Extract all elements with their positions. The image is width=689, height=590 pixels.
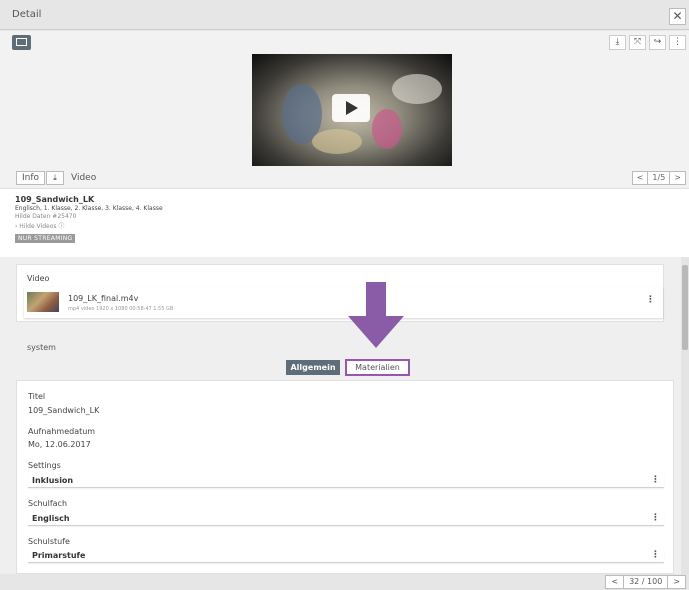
close-button[interactable]: ✕ bbox=[669, 8, 686, 25]
scrollbar-thumb[interactable] bbox=[682, 265, 688, 350]
level-menu-icon[interactable]: ⋮ bbox=[651, 550, 660, 560]
video-thumbnail[interactable] bbox=[252, 54, 452, 166]
date-value: Mo, 12.06.2017 bbox=[28, 440, 91, 449]
tab-materialien[interactable]: Materialien bbox=[345, 359, 410, 376]
pager-prev-button[interactable]: < bbox=[631, 171, 649, 185]
subject-value: Englisch bbox=[32, 514, 70, 523]
video-file-desc: mp4 video 1920 x 1080 00:58:47 1.55 GB bbox=[68, 306, 174, 312]
content-scrollbar[interactable] bbox=[681, 257, 689, 574]
title-value: 109_Sandwich_LK bbox=[28, 406, 100, 415]
date-label: Aufnahmedatum bbox=[28, 427, 96, 436]
result-prev-button[interactable]: < bbox=[605, 575, 625, 589]
image-icon bbox=[16, 38, 27, 46]
video-card: Video 109_LK_final.m4v mp4 video 1920 x … bbox=[16, 264, 664, 322]
item-subjects: Englisch, 1. Klasse, 2. Klasse, 3. Klass… bbox=[15, 205, 163, 212]
video-file-name: 109_LK_final.m4v bbox=[68, 294, 139, 303]
subject-menu-icon[interactable]: ⋮ bbox=[651, 513, 660, 523]
general-form: Titel 109_Sandwich_LK Aufnahmedatum Mo, … bbox=[16, 380, 674, 574]
share-button[interactable]: ↪ bbox=[649, 35, 666, 50]
download-icon: ⤓ bbox=[53, 173, 57, 182]
detail-header: Detail ✕ bbox=[0, 0, 689, 30]
info-button[interactable]: Info bbox=[16, 171, 46, 185]
play-button[interactable] bbox=[332, 94, 370, 122]
preview-area: ⤓ ⤧ ↪ ⋮ bbox=[0, 31, 689, 167]
section-label: Video bbox=[71, 173, 97, 183]
fullscreen-button[interactable]: ⤧ bbox=[629, 35, 646, 50]
image-view-button[interactable] bbox=[12, 35, 31, 50]
more-button[interactable]: ⋮ bbox=[669, 35, 686, 50]
down-arrow-annotation bbox=[348, 282, 404, 348]
fullscreen-icon: ⤧ bbox=[633, 37, 642, 47]
video-item-menu-icon[interactable]: ⋮ bbox=[646, 295, 655, 305]
media-pager: < 1/5 > bbox=[631, 171, 686, 185]
preview-tools: ⤓ ⤧ ↪ ⋮ bbox=[609, 35, 686, 50]
tab-allgemein[interactable]: Allgemein bbox=[286, 360, 340, 375]
subject-field[interactable]: Englisch ⋮ bbox=[28, 512, 664, 526]
result-next-button[interactable]: > bbox=[667, 575, 686, 589]
item-meta: 109_Sandwich_LK Englisch, 1. Klasse, 2. … bbox=[0, 189, 689, 257]
settings-field[interactable]: Inklusion ⋮ bbox=[28, 474, 664, 488]
video-file-thumbnail bbox=[27, 292, 59, 312]
pager-next-button[interactable]: > bbox=[669, 171, 686, 185]
level-value: Primarstufe bbox=[32, 551, 86, 560]
download-icon: ⤓ bbox=[615, 37, 620, 47]
subject-label: Schulfach bbox=[28, 499, 68, 508]
hide-videos-link[interactable]: › Hilde Videos ⓘ bbox=[15, 221, 689, 230]
settings-menu-icon[interactable]: ⋮ bbox=[651, 475, 660, 485]
settings-value: Inklusion bbox=[32, 476, 74, 485]
hide-data-link[interactable]: Hilde Daten #25470 bbox=[15, 213, 689, 220]
result-count: 32 / 100 bbox=[623, 575, 669, 589]
settings-label: Settings bbox=[28, 461, 61, 470]
share-icon: ↪ bbox=[653, 37, 662, 47]
more-icon: ⋮ bbox=[673, 37, 682, 47]
level-label: Schulstufe bbox=[28, 537, 70, 546]
level-field[interactable]: Primarstufe ⋮ bbox=[28, 549, 664, 563]
result-pager: < 32 / 100 > bbox=[605, 575, 686, 589]
system-label: system bbox=[27, 343, 56, 352]
close-icon: ✕ bbox=[672, 9, 683, 23]
info-download-button[interactable]: ⤓ bbox=[46, 171, 64, 185]
video-card-header: Video bbox=[27, 274, 50, 283]
detail-content: Video 109_LK_final.m4v mp4 video 1920 x … bbox=[0, 257, 681, 574]
dialog-title: Detail bbox=[12, 9, 42, 20]
footer: < 32 / 100 > bbox=[0, 574, 689, 590]
pager-count: 1/5 bbox=[647, 171, 671, 185]
title-label: Titel bbox=[28, 392, 46, 401]
streaming-badge: NUR STREAMING bbox=[15, 234, 76, 243]
download-button[interactable]: ⤓ bbox=[609, 35, 626, 50]
item-name: 109_Sandwich_LK bbox=[15, 195, 95, 204]
info-bar: Info ⤓ Video < 1/5 > bbox=[0, 167, 689, 189]
video-file-item[interactable]: 109_LK_final.m4v mp4 video 1920 x 1080 0… bbox=[24, 287, 663, 318]
